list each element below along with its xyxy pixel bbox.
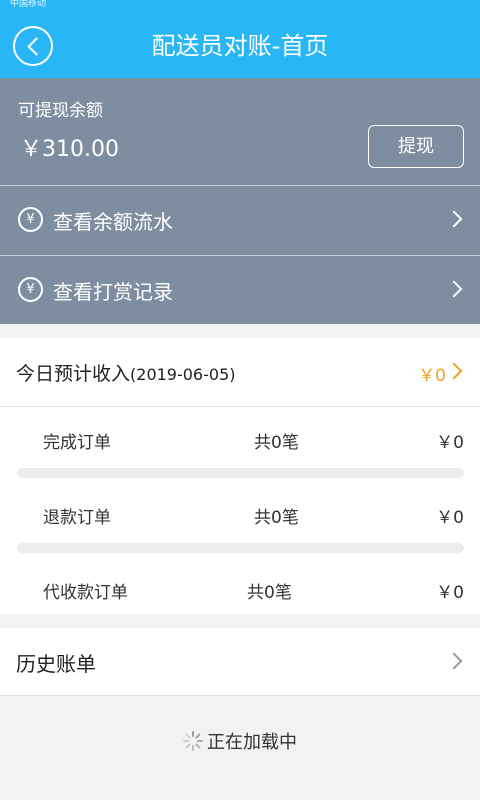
order-name: 代收款订单 (43, 583, 128, 603)
loading-text: 正在加载中 (207, 732, 297, 753)
menu-item-label: 查看打赏记录 (53, 280, 173, 304)
menu-item-label: 查看余额流水 (53, 210, 173, 234)
order-amount: ￥0 (436, 433, 464, 453)
menu-item-reward-records[interactable]: ¥ 查看打赏记录 (0, 256, 480, 324)
status-bar-carrier: 中国移动 (10, 0, 47, 8)
withdraw-button[interactable]: 提现 (368, 125, 464, 168)
order-count: 共0笔 (254, 508, 299, 528)
order-amount: ￥0 (436, 583, 464, 603)
divider (0, 406, 480, 407)
balance-label: 可提现余额 (18, 101, 103, 121)
app-header: 中国移动 配送员对账-首页 (0, 0, 480, 78)
loading-indicator: 正在加载中 (0, 728, 480, 754)
today-income-title: 今日预计收入 (16, 363, 131, 385)
today-income-label[interactable]: 今日预计收入(2019-06-05) (16, 359, 235, 386)
chevron-right-icon (445, 280, 463, 298)
order-count: 共0笔 (254, 433, 299, 453)
yen-circle-icon: ¥ (18, 277, 43, 302)
order-count: 共0笔 (247, 583, 292, 603)
order-row-refund: 退款订单 共0笔 ￥0 (0, 499, 480, 529)
balance-amount: ￥310.00 (20, 137, 119, 162)
today-income-amount: ￥0 (418, 366, 446, 386)
today-income-date: (2019-06-05) (130, 365, 236, 384)
chevron-right-icon (445, 210, 463, 228)
order-progress-track (17, 468, 464, 478)
page-title: 配送员对账-首页 (151, 32, 329, 60)
order-progress-track (17, 543, 464, 553)
order-row-cod: 代收款订单 共0笔 ￥0 (0, 574, 480, 604)
spinner-icon (183, 731, 203, 751)
order-amount: ￥0 (436, 508, 464, 528)
menu-item-balance-flow[interactable]: ¥ 查看余额流水 (0, 186, 480, 254)
history-bills-label: 历史账单 (16, 652, 96, 676)
order-name: 完成订单 (43, 433, 111, 453)
order-name: 退款订单 (43, 508, 111, 528)
order-row-completed: 完成订单 共0笔 ￥0 (0, 424, 480, 454)
yen-circle-icon: ¥ (18, 207, 43, 232)
